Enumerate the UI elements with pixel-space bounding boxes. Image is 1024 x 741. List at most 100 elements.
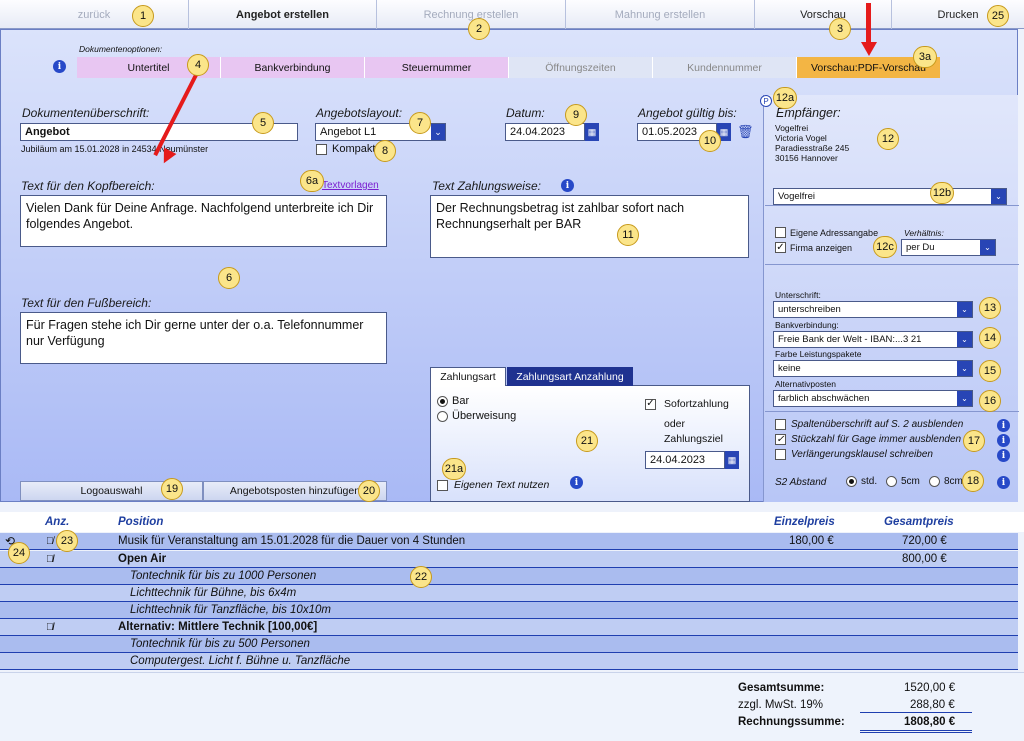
tab-payment-method[interactable]: Zahlungsart (430, 367, 506, 386)
marker-badge: 21 (576, 430, 598, 452)
p-marker[interactable]: P (760, 95, 772, 107)
signature-select[interactable]: unterschreiben ⌄ (773, 301, 973, 318)
info-icon[interactable]: i (53, 60, 66, 73)
table-row[interactable]: Tontechnik für bis zu 500 Personen (0, 636, 1018, 653)
head-text-area[interactable]: Vielen Dank für Deine Anfrage. Nachfolge… (20, 195, 387, 247)
create-reminder-tab[interactable]: Mahnung erstellen (566, 0, 755, 29)
divider (765, 205, 1019, 206)
marker-badge: 19 (161, 478, 183, 500)
recipient-select[interactable]: Vogelfrei ⌄ (773, 188, 1007, 205)
tab-customer-number[interactable]: Kundennummer (653, 57, 797, 78)
marker-badge: 25 (987, 5, 1009, 27)
marker-badge: 5 (252, 112, 274, 134)
table-row[interactable]: ⟲ 👁̸ Musik für Veranstaltung am 15.01.20… (0, 533, 1018, 550)
extension-clause-option[interactable]: Verlängerungsklausel schreiben (775, 449, 933, 460)
spacing-5cm-option[interactable]: 5cm (886, 476, 920, 487)
qty-header: Anz. (45, 516, 70, 528)
payment-target-date[interactable]: 24.04.2023 (645, 451, 725, 469)
document-options-heading: Dokumentenoptionen: (79, 44, 163, 54)
extension-clause-checkbox[interactable] (775, 449, 786, 460)
valid-until-label: Angebot gültig bis: (638, 106, 737, 120)
bank-label: Bankverbindung: (775, 320, 839, 330)
calendar-icon[interactable]: ▦ (725, 451, 739, 469)
cash-option[interactable]: Bar (437, 395, 469, 407)
column-header-checkbox[interactable] (775, 419, 786, 430)
eye-hidden-icon[interactable]: 👁̸ (46, 622, 54, 633)
spacing-8cm-option[interactable]: 8cm (929, 476, 963, 487)
marker-badge: 9 (565, 104, 587, 126)
column-header-option[interactable]: Spaltenüberschrift auf S. 2 ausblenden (775, 419, 963, 430)
compact-checkbox[interactable] (316, 143, 327, 155)
chevron-down-icon: ⌄ (957, 332, 972, 347)
table-row[interactable]: Lichttechnik für Tanzfläche, bis 10x10m (0, 602, 1018, 619)
info-icon[interactable]: i (561, 179, 574, 192)
tab-deposit-payment[interactable]: Zahlungsart Anzahlung (507, 367, 633, 386)
relation-select[interactable]: per Du ⌄ (901, 239, 996, 256)
own-text-option[interactable]: Eigenen Text nutzen (437, 479, 549, 491)
invoice-total-value: 1808,80 € (904, 716, 956, 728)
back-button[interactable]: zurück (0, 0, 189, 29)
create-offer-tab[interactable]: Angebot erstellen (189, 0, 377, 29)
text-templates-link[interactable]: Textvorlagen (322, 180, 379, 191)
trash-icon[interactable]: 🗑 (737, 124, 754, 140)
chevron-down-icon: ⌄ (957, 302, 972, 317)
instant-payment-checkbox[interactable]: ✓ (645, 398, 656, 410)
tab-bank[interactable]: Bankverbindung (221, 57, 365, 78)
compact-option[interactable]: Kompakt (316, 143, 375, 155)
show-company-option[interactable]: ✓ Firma anzeigen (775, 242, 852, 253)
info-icon[interactable]: i (997, 434, 1010, 447)
info-icon[interactable]: i (997, 476, 1010, 489)
marker-badge: 10 (699, 130, 721, 152)
instant-payment-option[interactable]: ✓ Sofortzahlung (645, 398, 729, 410)
tab-tax-number[interactable]: Steuernummer (365, 57, 509, 78)
tab-opening-hours[interactable]: Öffnungszeiten (509, 57, 653, 78)
hide-quantity-option[interactable]: ✓ Stückzahl für Gage immer ausblenden (775, 434, 961, 445)
show-company-checkbox[interactable]: ✓ (775, 242, 786, 253)
relation-value: per Du (906, 242, 935, 253)
divider (765, 264, 1019, 265)
chevron-down-icon: ⌄ (431, 124, 445, 140)
foot-text-area[interactable]: Für Fragen stehe ich Dir gerne unter der… (20, 312, 387, 364)
bank-select[interactable]: Freie Bank der Welt - IBAN:...3 21 ⌄ (773, 331, 973, 348)
preview-button[interactable]: Vorschau (755, 0, 892, 29)
table-row[interactable]: Tontechnik für bis zu 1000 Personen (0, 568, 1018, 585)
table-row[interactable]: Computergest. Licht f. Bühne u. Tanzfläc… (0, 653, 1018, 670)
info-icon[interactable]: i (570, 476, 583, 489)
bank-value: Freie Bank der Welt - IBAN:...3 21 (778, 334, 922, 345)
info-icon[interactable]: i (997, 449, 1010, 462)
row-unit-price: 180,00 € (789, 535, 834, 547)
own-address-option[interactable]: Eigene Adressangabe (775, 227, 878, 238)
hide-quantity-checkbox[interactable]: ✓ (775, 434, 786, 445)
transfer-label: Überweisung (452, 410, 517, 422)
spacing-8cm-radio[interactable] (929, 476, 940, 487)
marker-badge: 1 (132, 5, 154, 27)
calendar-icon[interactable]: ▦ (585, 123, 599, 141)
transfer-radio[interactable] (437, 410, 448, 422)
eye-hidden-icon[interactable]: 👁̸ (46, 554, 54, 565)
relation-label: Verhältnis: (904, 228, 944, 238)
spacing-std-option[interactable]: std. (846, 476, 877, 487)
package-color-select[interactable]: keine ⌄ (773, 360, 973, 377)
row-text: Alternativ: Mittlere Technik [100,00€] (118, 621, 318, 633)
own-text-checkbox[interactable] (437, 479, 448, 491)
signature-value: unterschreiben (778, 304, 841, 315)
table-row[interactable]: Lichttechnik für Bühne, bis 6x4m (0, 585, 1018, 602)
cash-radio[interactable] (437, 395, 448, 407)
info-icon[interactable]: i (997, 419, 1010, 432)
table-row[interactable]: 👁̸ Alternativ: Mittlere Technik [100,00€… (0, 619, 1018, 636)
alt-items-select[interactable]: farblich abschwächen ⌄ (773, 390, 973, 407)
row-text: Musik für Veranstaltung am 15.01.2028 fü… (118, 535, 466, 547)
eye-hidden-icon[interactable]: 👁̸ (46, 536, 54, 547)
marker-badge: 6a (300, 170, 324, 192)
chevron-down-icon: ⌄ (957, 361, 972, 376)
spacing-5cm-radio[interactable] (886, 476, 897, 487)
spacing-std-radio[interactable] (846, 476, 857, 487)
row-total: 720,00 € (902, 535, 947, 547)
table-row[interactable]: 👁̸ Open Air 800,00 € (0, 551, 1018, 568)
transfer-option[interactable]: Überweisung (437, 410, 516, 422)
marker-badge: 21a (442, 458, 466, 480)
extension-clause-label: Verlängerungsklausel schreiben (791, 449, 933, 460)
own-address-checkbox[interactable] (775, 227, 786, 238)
payment-text-area[interactable]: Der Rechnungsbetrag ist zahlbar sofort n… (430, 195, 749, 258)
vat-label: zzgl. MwSt. 19% (738, 699, 823, 711)
